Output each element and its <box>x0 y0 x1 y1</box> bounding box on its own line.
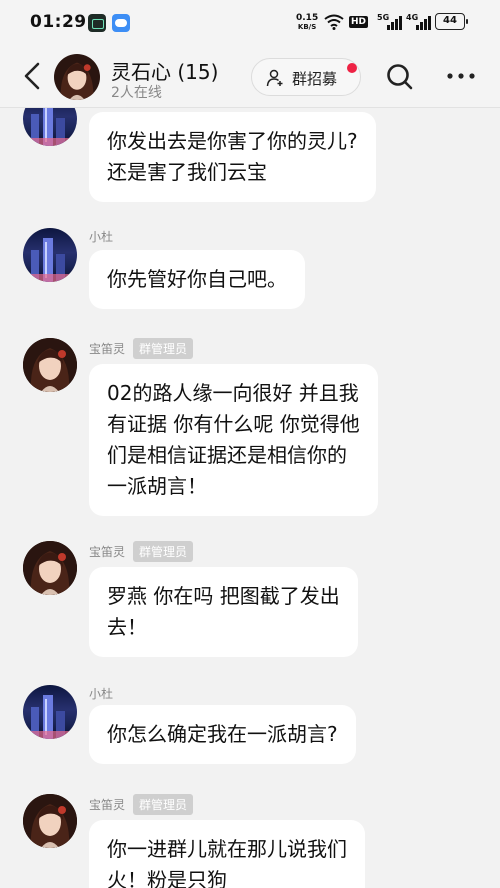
admin-badge: 群管理员 <box>133 794 194 815</box>
avatar[interactable] <box>23 685 77 739</box>
person-add-icon <box>266 69 283 87</box>
sender-name-row: 宝笛灵 群管理员 <box>89 338 194 359</box>
more-options-icon[interactable] <box>446 72 476 80</box>
back-arrow-icon[interactable] <box>18 60 46 92</box>
sim2-label: 4G <box>406 13 419 22</box>
sender-name: 宝笛灵 <box>89 798 126 812</box>
message-bubble[interactable]: 你一进群儿就在那儿说我们 火！粉是只狗 <box>89 820 365 888</box>
message-bubble[interactable]: 你发出去是你害了你的灵儿? 还是害了我们云宝 <box>89 112 376 202</box>
avatar[interactable] <box>23 338 77 392</box>
message-text: 还是害了我们云宝 <box>107 160 267 184</box>
avatar[interactable] <box>23 794 77 848</box>
message-text: 火！粉是只狗 <box>107 868 227 888</box>
admin-badge: 群管理员 <box>133 541 194 562</box>
network-speed-unit: KB/S <box>297 23 317 31</box>
recruit-label: 群招募 <box>292 70 338 88</box>
message-bubble[interactable]: 罗燕 你在吗 把图截了发出 去！ <box>89 567 358 657</box>
search-icon[interactable] <box>386 63 414 91</box>
message-text: 02的路人缘一向很好 并且我 <box>107 381 359 405</box>
sender-name: 小杜 <box>89 687 114 701</box>
avatar[interactable] <box>23 541 77 595</box>
status-bar: 01:29 0.15 KB/S HD 5G 4G 44 <box>0 0 500 44</box>
wifi-icon <box>324 14 344 30</box>
chat-header: 灵石心 (15) 2人在线 群招募 <box>0 44 500 108</box>
network-speed: 0.15 KB/S <box>296 14 318 32</box>
message-text: 去！ <box>107 615 147 639</box>
signal-sim1-icon: 5G <box>377 13 407 31</box>
message-list[interactable]: 你发出去是你害了你的灵儿? 还是害了我们云宝 小杜 你先管好你自己吧。 宝笛灵 … <box>0 108 500 888</box>
message-bubble[interactable]: 你怎么确定我在一派胡言? <box>89 705 356 764</box>
notification-app-icon <box>88 14 106 32</box>
sender-name: 宝笛灵 <box>89 545 126 559</box>
message-text: 有证据 你有什么呢 你觉得他 <box>107 412 360 436</box>
clock: 01:29 <box>30 12 87 32</box>
hd-voice-icon: HD <box>349 16 369 28</box>
group-recruit-button[interactable]: 群招募 <box>251 58 361 96</box>
sender-name-row: 宝笛灵 群管理员 <box>89 794 194 815</box>
chat-app-notification-icon <box>112 14 130 32</box>
message-text: 们是相信证据还是相信你的 <box>107 443 347 467</box>
message-text: 你先管好你自己吧。 <box>107 267 287 291</box>
message-text: 你一进群儿就在那儿说我们 <box>107 837 347 861</box>
sender-name: 小杜 <box>89 230 114 244</box>
message-bubble[interactable]: 你先管好你自己吧。 <box>89 250 305 309</box>
message-bubble[interactable]: 02的路人缘一向很好 并且我 有证据 你有什么呢 你觉得他 们是相信证据还是相信… <box>89 364 378 516</box>
avatar[interactable] <box>23 228 77 282</box>
sender-name-row: 小杜 <box>89 228 113 245</box>
network-speed-value: 0.15 <box>296 13 319 23</box>
online-count: 2人在线 <box>111 85 162 101</box>
notification-dot <box>347 63 357 73</box>
sender-name: 宝笛灵 <box>89 342 126 356</box>
message-text: 你发出去是你害了你的灵儿? <box>107 129 358 153</box>
signal-sim2-icon: 4G <box>406 13 436 31</box>
group-avatar[interactable] <box>54 54 100 100</box>
sender-name-row: 宝笛灵 群管理员 <box>89 541 194 562</box>
message-text: 罗燕 你在吗 把图截了发出 <box>107 584 340 608</box>
group-name: 灵石心 (15) <box>111 60 219 84</box>
avatar[interactable] <box>23 108 77 146</box>
message-text: 一派胡言！ <box>107 474 207 498</box>
admin-badge: 群管理员 <box>133 338 194 359</box>
message-text: 你怎么确定我在一派胡言? <box>107 722 338 746</box>
sender-name-row: 小杜 <box>89 685 113 702</box>
battery-icon: 44 <box>435 13 468 30</box>
sim1-label: 5G <box>377 13 390 22</box>
